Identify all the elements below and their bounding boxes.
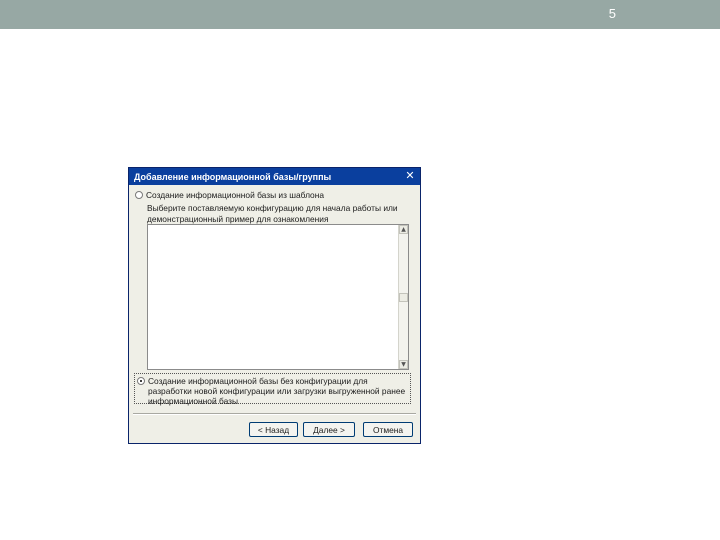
option-template-label: Создание информационной базы из шаблона <box>146 190 324 200</box>
chevron-down-icon[interactable]: ▼ <box>399 360 408 369</box>
option-empty-focus-box: Создание информационной базы без конфигу… <box>134 373 411 406</box>
back-button[interactable]: < Назад <box>249 422 298 437</box>
dialog-title: Добавление информационной базы/группы <box>134 171 332 182</box>
option-empty-radio[interactable]: Создание информационной базы без конфигу… <box>137 376 407 406</box>
radio-checked-icon[interactable] <box>137 377 145 385</box>
template-description: Выберите поставляемую конфигурацию для н… <box>147 203 398 224</box>
scroll-thumb[interactable] <box>399 293 408 302</box>
close-icon[interactable]: ✕ <box>404 170 416 182</box>
template-list[interactable]: ▲ ▼ <box>147 224 409 370</box>
dialog-titlebar: Добавление информационной базы/группы <box>129 168 420 185</box>
add-infobase-dialog: Добавление информационной базы/группы ✕ … <box>128 167 421 444</box>
radio-icon[interactable] <box>135 191 143 199</box>
option-empty-label: Создание информационной базы без конфигу… <box>148 376 406 406</box>
slide-number: 5 <box>608 6 616 21</box>
chevron-up-icon[interactable]: ▲ <box>399 225 408 234</box>
cancel-button[interactable]: Отмена <box>363 422 413 437</box>
dialog-separator <box>133 413 416 415</box>
option-template-radio[interactable]: Создание информационной базы из шаблона <box>135 190 324 200</box>
slide-top-bar: 5 <box>0 0 720 29</box>
template-list-scrollbar[interactable]: ▲ ▼ <box>398 225 408 369</box>
next-button[interactable]: Далее > <box>303 422 355 437</box>
